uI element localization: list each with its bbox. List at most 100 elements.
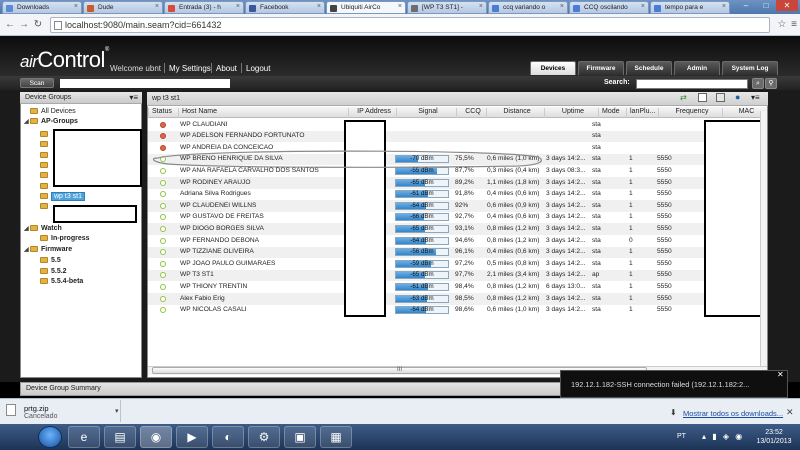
chrome-icon[interactable]: ◉ (140, 426, 172, 448)
panel-menu-icon[interactable]: ▾≡ (129, 93, 138, 102)
export-icon[interactable] (698, 93, 707, 102)
column-header[interactable]: lanPlu... (626, 108, 658, 118)
browser-tab[interactable]: [WP T3 ST1] - × (407, 1, 487, 14)
tab-close-icon[interactable]: × (641, 3, 645, 10)
search-input[interactable] (636, 79, 748, 89)
close-icon[interactable]: ✕ (777, 370, 784, 379)
logout-link[interactable]: Logout (246, 64, 270, 73)
browser-tab[interactable]: Entrada (3) - h × (164, 1, 244, 14)
tab-close-icon[interactable]: × (479, 3, 483, 10)
browser-tab[interactable]: Facebook × (245, 1, 325, 14)
tab-close-icon[interactable]: × (722, 3, 726, 10)
tree-item-in-progress[interactable]: In-progress (40, 234, 90, 244)
terminal-icon[interactable]: ▦ (320, 426, 352, 448)
about-link[interactable]: About (216, 64, 237, 73)
browser-tab[interactable]: CCQ oscilando × (569, 1, 649, 14)
tray-icons[interactable]: ▴ ▮ ◈ ◉ (702, 432, 744, 441)
tree-item-firmware[interactable]: ◢ Firmware (24, 245, 72, 255)
app-icon[interactable]: ◐ (212, 426, 244, 448)
explorer-icon[interactable]: ▤ (104, 426, 136, 448)
column-header[interactable]: Status (148, 108, 178, 118)
tab-close-icon[interactable]: × (560, 3, 564, 10)
table-row[interactable]: WP NICOLAS CASALI -64 dBm 98,6% 0,6 miles (… (148, 305, 767, 317)
tab-close-icon[interactable]: × (236, 3, 240, 10)
address-bar[interactable]: localhost:9080/main.seam?cid=661432 (50, 17, 770, 33)
table-row[interactable]: WP JOAO PAULO GUIMARAES -59 dBm 97,2% 0,5 m… (148, 258, 767, 270)
tab-close-icon[interactable]: × (74, 3, 78, 10)
column-header[interactable]: Mode (598, 108, 626, 118)
tree-item-ap-group[interactable] (40, 140, 51, 150)
tab-firmware[interactable]: Firmware (578, 61, 624, 75)
refresh-icon[interactable]: ⇄ (680, 93, 687, 102)
tree-item-ap-group[interactable] (40, 171, 51, 181)
browser-tab[interactable]: tempo para e × (650, 1, 730, 14)
table-row[interactable]: WP T3 ST1 -65 dBm 97,7% 2,1 miles (3,4 km) 3… (148, 269, 767, 282)
tree-item-ap-group[interactable] (40, 151, 51, 161)
tree-item-ap-group[interactable] (40, 182, 51, 192)
browser-tab[interactable]: Ubiquiti AirCo × (326, 1, 406, 14)
tab-schedule[interactable]: Schedule (626, 61, 672, 75)
scan-input[interactable] (60, 79, 230, 88)
chevron-down-icon[interactable]: ▾ (115, 407, 119, 415)
add-device-icon[interactable] (716, 93, 725, 102)
column-header[interactable]: Uptime (544, 108, 598, 118)
column-header[interactable]: Frequency (658, 108, 722, 118)
tree-item-watch[interactable]: ◢ Watch (24, 224, 62, 234)
tree-item-ap-group[interactable] (40, 130, 51, 140)
tree-item-ap-groups[interactable]: ◢ AP-Groups (24, 117, 78, 127)
language-indicator[interactable]: PT (677, 433, 686, 440)
star-icon[interactable]: ☆ (776, 19, 788, 31)
close-download-bar-icon[interactable]: ✕ (786, 407, 794, 418)
tree-item-all-devices[interactable]: All Devices (24, 107, 76, 117)
advanced-search-icon[interactable]: ⚲ (765, 78, 777, 89)
tree-item-firmware-5-5-4-beta[interactable]: 5.5.4-beta (40, 277, 83, 287)
columns-menu-icon[interactable]: ▾≡ (751, 93, 760, 102)
reload-icon[interactable]: ↻ (32, 19, 44, 31)
table-row[interactable]: WP DIOGO BORGES SILVA -65 dBm 93,1% 0,8 mil… (148, 223, 767, 235)
table-row[interactable]: WP FERNANDO DEBONA -64 dBm 94,6% 0,8 miles … (148, 235, 767, 247)
menu-icon[interactable]: ≡ (788, 19, 800, 31)
back-icon[interactable]: ← (4, 19, 16, 31)
my-settings-link[interactable]: My Settings (169, 64, 211, 73)
close-window-button[interactable]: ✕ (776, 0, 798, 11)
browser-tab[interactable]: ccq variando o × (488, 1, 568, 14)
tree-item-ap-group[interactable] (40, 161, 51, 171)
media-icon[interactable]: ▶ (176, 426, 208, 448)
show-all-downloads-link[interactable]: Mostrar todos os downloads... (683, 409, 783, 418)
column-header[interactable]: IP Address (348, 108, 396, 118)
table-row[interactable]: WP GUSTAVO DE FREITAS -66 dBm 92,7% 0,4 mil… (148, 212, 767, 224)
table-row[interactable]: Alex Fabio Erig -63 dBm 98,5% 0,8 miles (1,… (148, 293, 767, 305)
tab-close-icon[interactable]: × (398, 3, 402, 10)
table-row[interactable]: WP TIZZIANE OLIVEIRA -56 dBm 96,1% 0,4 mile… (148, 246, 767, 259)
table-row[interactable]: WP THIONY TRENTIN -61 dBm 98,4% 0,8 miles (… (148, 281, 767, 293)
tab-close-icon[interactable]: × (317, 3, 321, 10)
scan-button[interactable]: Scan (20, 78, 54, 88)
maximize-button[interactable]: □ (756, 0, 776, 11)
winbox-icon[interactable]: ▣ (284, 426, 316, 448)
minimize-button[interactable]: – (736, 0, 756, 11)
download-file-name[interactable]: prtg.zip (24, 404, 49, 413)
column-header[interactable]: Distance (486, 108, 544, 118)
tree-item-ap-group[interactable] (40, 202, 51, 212)
tab-close-icon[interactable]: × (155, 3, 159, 10)
table-row[interactable]: Adriana Silva Rodrigues -61 dBm 91,8% 0,4 m… (148, 189, 767, 201)
tree-item-firmware-5-5-2[interactable]: 5.5.2 (40, 267, 67, 277)
column-header[interactable]: CCQ (456, 108, 486, 118)
table-row[interactable]: WP RODINEY ARAUJO -65 dBm 89,2% 1,1 miles (… (148, 177, 767, 189)
browser-tab[interactable]: Downloads × (2, 1, 82, 14)
tab-devices[interactable]: Devices (530, 61, 576, 75)
tree-item-firmware-5-5[interactable]: 5.5 (40, 256, 61, 266)
globe-icon[interactable]: ● (735, 92, 740, 102)
search-icon[interactable]: ⌕ (752, 78, 764, 89)
vertical-scrollbar[interactable] (760, 111, 767, 366)
column-header[interactable]: Signal (396, 108, 456, 118)
clock[interactable]: 23:52 13/01/2013 (752, 428, 796, 446)
start-button[interactable] (38, 426, 62, 448)
tab-admin[interactable]: Admin (674, 61, 720, 75)
table-row[interactable]: WP CLAUDENEI WILLNS -64 dBm 92% 0,6 miles (… (148, 200, 767, 212)
table-row[interactable]: WP ADELSON FERNANDO FORTUNATO sta (148, 130, 767, 143)
tree-item-selected-group[interactable]: wp t3 st1 (40, 192, 86, 202)
table-row[interactable]: WP CLAUDIANI sta (148, 119, 767, 131)
browser-tab[interactable]: Dude × (83, 1, 163, 14)
column-header[interactable]: Host Name (178, 108, 348, 118)
